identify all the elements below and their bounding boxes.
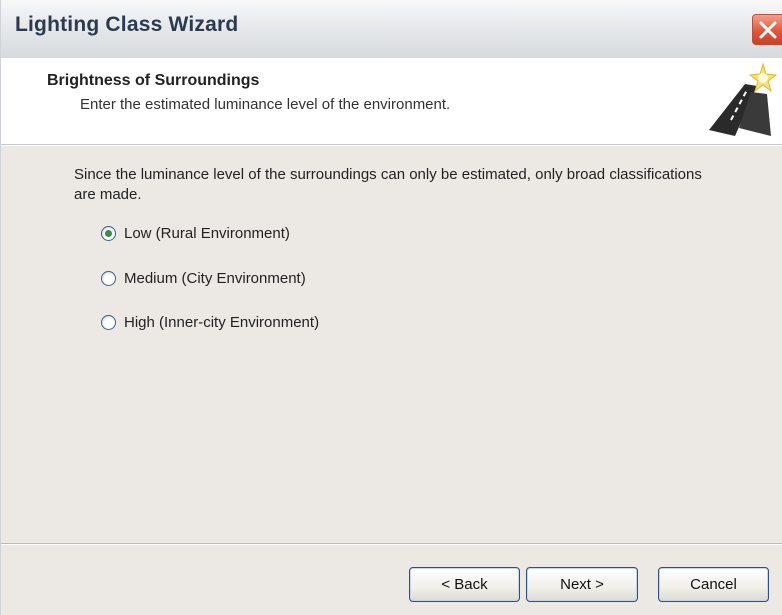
description-text: Since the luminance level of the surroun… (74, 166, 702, 203)
window-title: Lighting Class Wizard (15, 13, 239, 36)
back-button[interactable]: < Back (409, 567, 520, 602)
road-star-icon (709, 62, 778, 136)
page-subtitle: Enter the estimated luminance level of t… (80, 96, 451, 113)
radio-label-high: High (Inner-city Environment) (124, 313, 320, 331)
radio-option-low[interactable]: Low (Rural Environment) (101, 222, 290, 244)
radio-button-medium[interactable] (101, 270, 116, 286)
radio-label-medium: Medium (City Environment) (124, 269, 306, 287)
radio-label-low: Low (Rural Environment) (124, 224, 290, 242)
radio-button-low[interactable] (101, 225, 116, 241)
radio-option-high[interactable]: High (Inner-city Environment) (101, 311, 319, 333)
wizard-content: Since the luminance level of the surroun… (1, 145, 782, 537)
next-button[interactable]: Next > (526, 567, 638, 602)
wizard-header: Brightness of Surroundings Enter the est… (1, 58, 782, 145)
close-button[interactable] (752, 14, 782, 45)
title-bar[interactable]: Lighting Class Wizard (1, 0, 782, 59)
wizard-footer: < Back Next > Cancel (1, 545, 782, 615)
close-icon (759, 21, 777, 39)
wizard-window: Lighting Class Wizard Brightness of Surr… (0, 0, 782, 615)
cancel-button[interactable]: Cancel (658, 567, 769, 602)
radio-option-medium[interactable]: Medium (City Environment) (101, 267, 306, 289)
radio-button-high[interactable] (101, 314, 116, 330)
page-title: Brightness of Surroundings (47, 72, 260, 89)
